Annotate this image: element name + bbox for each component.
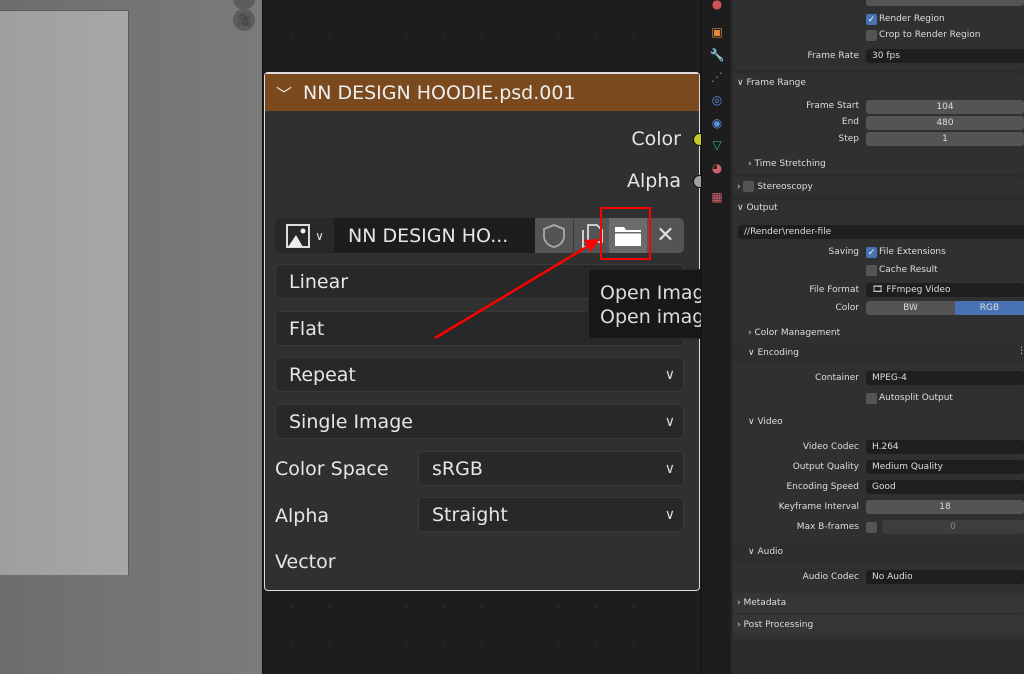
texture-tab-icon[interactable]: ▦ (709, 189, 725, 205)
autosplit-checkbox[interactable] (866, 393, 877, 404)
audio-codec-label: Audio Codec (802, 572, 859, 582)
post-processing-header[interactable]: › Post Processing (737, 620, 813, 630)
container-label: Container (815, 373, 859, 383)
particles-tab-icon[interactable]: ⋰ (709, 69, 725, 85)
frame-range-header[interactable]: ∨ Frame Range (737, 78, 806, 88)
crop-region-label: Crop to Render Region (879, 30, 981, 40)
container-dropdown[interactable]: MPEG-4 (866, 371, 1024, 385)
object-tab-icon[interactable]: ▣ (709, 24, 725, 40)
keyframe-interval-label: Keyframe Interval (778, 502, 859, 512)
frame-end-field[interactable]: 480 (866, 116, 1024, 130)
encoding-header[interactable]: ∨ Encoding (748, 348, 799, 358)
video-header[interactable]: ∨ Video (748, 417, 783, 427)
drag-handle-icon[interactable]: ⋮ (1017, 346, 1024, 356)
frame-step-label: Step (838, 134, 860, 144)
encoding-speed-dropdown[interactable]: Good (866, 480, 1024, 494)
metadata-header[interactable]: › Metadata (737, 598, 786, 608)
output-path-field[interactable]: //Render\render-file (738, 225, 1024, 239)
crop-region-checkbox[interactable] (866, 30, 877, 41)
panel-empty-area (731, 640, 1024, 674)
cache-result-checkbox[interactable] (866, 265, 877, 276)
material-tab-icon[interactable]: ◕ (709, 160, 725, 176)
output-quality-label: Output Quality (792, 462, 859, 472)
cache-result-label: Cache Result (879, 265, 938, 275)
properties-tabs: ● ▣ 🔧 ⋰ ◎ ◉ ▽ ◕ ▦ (701, 0, 731, 674)
output-header[interactable]: ∨ Output (737, 203, 778, 213)
properties-panel: ✓ Render Region Crop to Render Region Fr… (731, 0, 1024, 674)
video-codec-label: Video Codec (802, 442, 859, 452)
saving-label: Saving (828, 247, 859, 257)
keyframe-interval-field[interactable]: 18 (866, 500, 1024, 514)
frame-rate-dropdown[interactable]: 30 fps (866, 49, 1024, 63)
render-region-checkbox[interactable]: ✓ (866, 14, 877, 25)
file-extensions-label: File Extensions (879, 247, 946, 257)
file-extensions-checkbox[interactable]: ✓ (866, 247, 877, 258)
audio-codec-dropdown[interactable]: No Audio (866, 570, 1024, 584)
film-icon: 🎞 (872, 285, 884, 295)
pixel-aspect-field[interactable] (866, 0, 1024, 6)
physics-tab-icon[interactable]: ◎ (709, 92, 725, 108)
constraints-tab-icon[interactable]: ◉ (709, 115, 725, 131)
color-bw-button[interactable]: BW (866, 301, 955, 315)
stereoscopy-header[interactable]: › Stereoscopy (737, 181, 813, 192)
output-quality-dropdown[interactable]: Medium Quality (866, 460, 1024, 474)
max-bframes-label: Max B-frames (796, 522, 859, 532)
frame-start-field[interactable]: 104 (866, 100, 1024, 114)
wrench-icon[interactable]: 🔧 (709, 47, 725, 63)
data-tab-icon[interactable]: ▽ (709, 137, 725, 153)
video-codec-dropdown[interactable]: H.264 (866, 440, 1024, 454)
frame-rate-label: Frame Rate (807, 51, 859, 61)
color-mode-label: Color (835, 303, 860, 313)
color-management-header[interactable]: › Color Management (748, 328, 840, 338)
audio-header[interactable]: ∨ Audio (748, 547, 783, 557)
frame-step-field[interactable]: 1 (866, 132, 1024, 146)
render-region-label: Render Region (879, 14, 945, 24)
world-tab-icon[interactable]: ● (709, 0, 725, 12)
time-stretching-header[interactable]: › Time Stretching (748, 159, 826, 169)
file-format-label: File Format (809, 285, 859, 295)
file-format-dropdown[interactable]: 🎞 FFmpeg Video (866, 283, 1024, 297)
encoding-speed-label: Encoding Speed (786, 482, 859, 492)
autosplit-label: Autosplit Output (879, 393, 953, 403)
frame-start-label: Frame Start (806, 101, 859, 111)
max-bframes-checkbox[interactable] (866, 522, 877, 533)
color-rgb-button[interactable]: RGB (955, 301, 1024, 315)
max-bframes-field[interactable]: 0 (882, 520, 1024, 534)
frame-end-label: End (841, 117, 859, 127)
